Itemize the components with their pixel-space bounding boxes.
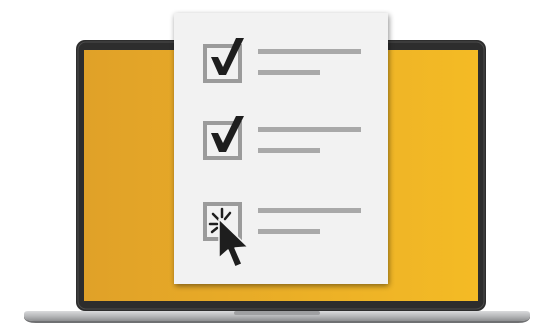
- checklist-on-laptop-illustration: [0, 0, 553, 324]
- laptop-base: [24, 311, 530, 323]
- item-1-line-long: [258, 49, 361, 54]
- item-2-line-short: [258, 148, 320, 153]
- item-1-line-short: [258, 70, 320, 75]
- checklist-document: [174, 13, 388, 284]
- illustration-canvas: [24, 13, 530, 323]
- laptop-hinge-notch: [234, 311, 320, 315]
- item-3-line-short: [258, 229, 320, 234]
- item-2-line-long: [258, 127, 361, 132]
- item-3-line-long: [258, 208, 361, 213]
